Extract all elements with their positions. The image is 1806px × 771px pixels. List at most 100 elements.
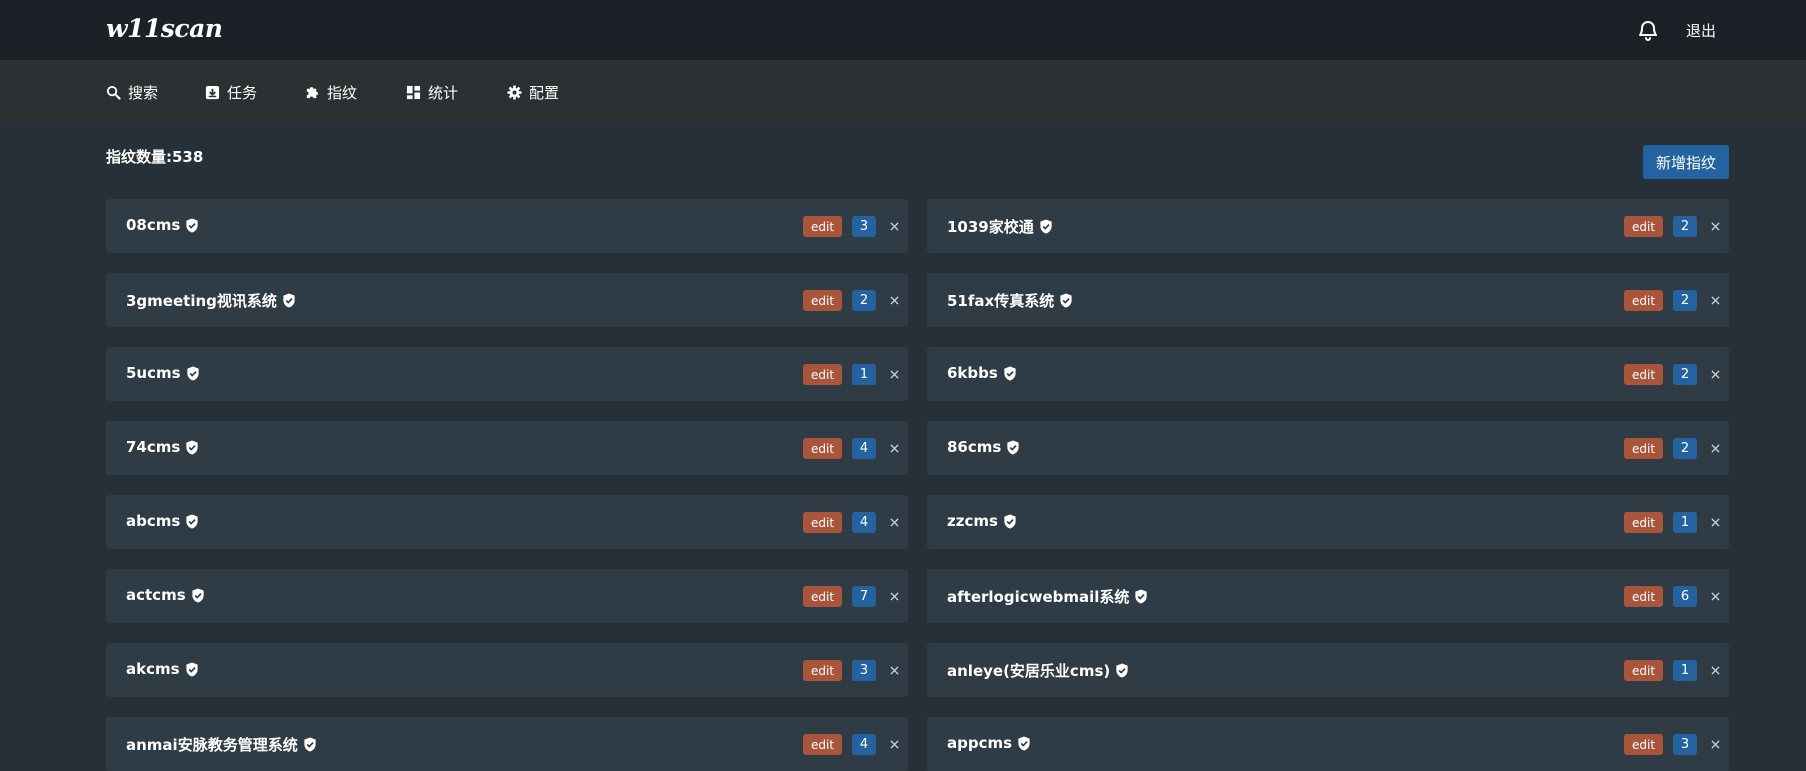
fingerprint-card[interactable]: zzcms edit 1 (927, 495, 1729, 549)
fingerprint-card[interactable]: afterlogicwebmail系统 edit 6 (927, 569, 1729, 623)
fingerprint-card[interactable]: akcms edit 3 (106, 643, 908, 697)
edit-tag[interactable]: edit (1624, 438, 1664, 459)
top-bar (0, 0, 1806, 60)
fingerprint-name-wrap: 08cms (126, 216, 199, 234)
rule-count-badge: 1 (1673, 660, 1697, 681)
close-icon (1710, 591, 1720, 601)
delete-button[interactable] (888, 290, 900, 310)
fingerprint-name: anmai安脉教务管理系统 (126, 736, 298, 754)
edit-tag[interactable]: edit (1624, 512, 1664, 533)
rule-count-badge: 3 (1673, 734, 1697, 755)
fingerprint-card[interactable]: abcms edit 4 (106, 495, 908, 549)
edit-tag[interactable]: edit (1624, 660, 1664, 681)
delete-button[interactable] (1709, 290, 1721, 310)
shield-check-icon (1007, 439, 1019, 455)
edit-tag[interactable]: edit (1624, 734, 1664, 755)
app-logo[interactable]: w11scan (106, 14, 223, 43)
delete-button[interactable] (888, 586, 900, 606)
fingerprint-name-wrap: actcms (126, 586, 205, 604)
fingerprint-card[interactable]: 86cms edit 2 (927, 421, 1729, 475)
delete-button[interactable] (888, 512, 900, 532)
fingerprint-card[interactable]: actcms edit 7 (106, 569, 908, 623)
fingerprint-card[interactable]: 74cms edit 4 (106, 421, 908, 475)
add-fingerprint-button[interactable]: 新增指纹 (1643, 145, 1729, 179)
nav-item-label: 统计 (428, 83, 459, 102)
nav-item-label: 任务 (227, 83, 258, 102)
close-icon (1710, 739, 1720, 749)
edit-tag[interactable]: edit (803, 734, 843, 755)
edit-tag[interactable]: edit (803, 512, 843, 533)
nav-item-task[interactable]: 任务 (205, 82, 257, 102)
dashboard-icon (406, 85, 421, 99)
nav-item-stats[interactable]: 统计 (406, 82, 458, 102)
edit-tag[interactable]: edit (803, 660, 843, 681)
fingerprint-card[interactable]: anmai安脉教务管理系统 edit 4 (106, 717, 908, 771)
fingerprint-name-wrap: zzcms (947, 512, 1017, 530)
close-icon (1710, 517, 1720, 527)
shield-check-icon (186, 365, 199, 381)
fingerprint-name: zzcms (947, 512, 998, 530)
close-icon (889, 517, 899, 527)
edit-tag[interactable]: edit (803, 364, 843, 385)
delete-button[interactable] (888, 364, 900, 384)
delete-button[interactable] (1709, 660, 1721, 680)
fingerprint-name: appcms (947, 734, 1013, 752)
nav-item-search[interactable]: 搜索 (106, 82, 158, 102)
fingerprint-name-wrap: abcms (126, 512, 199, 530)
fingerprint-name-wrap: 3gmeeting视讯系统 (126, 290, 296, 311)
fingerprint-name-wrap: 86cms (947, 438, 1020, 456)
nav-item-config[interactable]: 配置 (507, 82, 559, 102)
delete-button[interactable] (1709, 216, 1721, 236)
delete-button[interactable] (888, 734, 900, 754)
shield-check-icon (1018, 735, 1030, 751)
fingerprint-card[interactable]: 08cms edit 3 (106, 199, 908, 253)
delete-button[interactable] (1709, 586, 1721, 606)
delete-button[interactable] (1709, 734, 1721, 754)
delete-button[interactable] (888, 660, 900, 680)
edit-tag[interactable]: edit (803, 586, 843, 607)
fingerprint-card[interactable]: 5ucms edit 1 (106, 347, 908, 401)
edit-tag[interactable]: edit (1624, 290, 1664, 311)
rule-count-badge: 7 (852, 586, 876, 607)
fingerprint-grid: 08cms edit 3 1039家校通 edit 2 3gmeeting视讯系… (106, 199, 1729, 771)
rule-count-badge: 4 (852, 512, 876, 533)
fingerprint-card[interactable]: 6kbbs edit 2 (927, 347, 1729, 401)
bell-icon[interactable] (1636, 18, 1660, 42)
fingerprint-card[interactable]: 3gmeeting视讯系统 edit 2 (106, 273, 908, 327)
shield-check-icon (1116, 663, 1128, 678)
fingerprint-name: 74cms (126, 438, 181, 456)
search-icon (106, 85, 121, 100)
close-icon (889, 739, 899, 749)
shield-check-icon (1004, 365, 1016, 381)
fingerprint-name: 1039家校通 (947, 218, 1034, 236)
rule-count-badge: 3 (852, 660, 876, 681)
shield-check-icon (1060, 293, 1072, 308)
nav-item-label: 指纹 (327, 83, 358, 102)
delete-button[interactable] (888, 438, 900, 458)
shield-check-icon (186, 513, 198, 529)
delete-button[interactable] (1709, 512, 1721, 532)
shield-check-icon (304, 737, 316, 752)
edit-tag[interactable]: edit (1624, 216, 1664, 237)
fingerprint-name-wrap: 74cms (126, 438, 199, 456)
fingerprint-card[interactable]: anleye(安居乐业cms) edit 1 (927, 643, 1729, 697)
edit-tag[interactable]: edit (803, 216, 843, 237)
fingerprint-card[interactable]: 51fax传真系统 edit 2 (927, 273, 1729, 327)
edit-tag[interactable]: edit (803, 290, 843, 311)
fingerprint-card[interactable]: 1039家校通 edit 2 (927, 199, 1729, 253)
edit-tag[interactable]: edit (803, 438, 843, 459)
edit-tag[interactable]: edit (1624, 364, 1664, 385)
logout-link[interactable]: 退出 (1686, 20, 1716, 41)
fingerprint-name: afterlogicwebmail系统 (947, 588, 1130, 606)
edit-tag[interactable]: edit (1624, 586, 1664, 607)
shield-check-icon (1040, 219, 1052, 234)
nav-item-fingerprint[interactable]: 指纹 (305, 82, 357, 102)
fingerprint-name: abcms (126, 512, 181, 530)
shield-check-icon (283, 293, 295, 308)
rule-count-badge: 3 (852, 216, 876, 237)
fingerprint-card[interactable]: appcms edit 3 (927, 717, 1729, 771)
shield-check-icon (1135, 589, 1148, 604)
delete-button[interactable] (1709, 364, 1721, 384)
delete-button[interactable] (888, 216, 900, 236)
delete-button[interactable] (1709, 438, 1721, 458)
